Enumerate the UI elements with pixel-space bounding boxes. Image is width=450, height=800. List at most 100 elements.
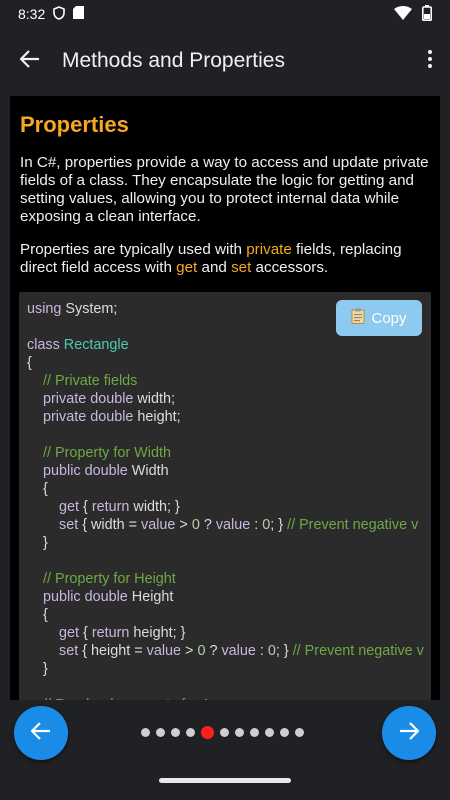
arrow-right-icon (399, 721, 420, 745)
page-dot[interactable] (186, 728, 195, 737)
code-token: : (250, 517, 263, 533)
page-dot[interactable] (280, 728, 289, 737)
usage-text: Properties are typically used with (20, 241, 247, 258)
status-time: 8:32 (18, 6, 46, 22)
page-dot[interactable] (265, 728, 274, 737)
code-token: width; } (129, 499, 180, 515)
code-token: > (181, 643, 198, 659)
code-token: System; (61, 301, 118, 317)
code-line: { (27, 354, 424, 372)
code-token: Width (127, 463, 169, 479)
code-block[interactable]: using System; class Rectangle{ // Private… (19, 292, 431, 700)
code-token: public double (43, 463, 128, 479)
code-token: height; } (129, 625, 186, 641)
code-line: public double Height (27, 588, 424, 606)
code-token: 0 (267, 643, 276, 659)
app-bar: Methods and Properties (0, 28, 450, 94)
code-line: public double Width (27, 462, 424, 480)
code-line: } (27, 534, 424, 552)
code-line: get { return height; } (27, 624, 424, 642)
page-dot[interactable] (250, 728, 259, 737)
code-token: width; (133, 391, 175, 407)
code-token: ? (199, 517, 216, 533)
code-line: get { return width; } (27, 498, 424, 516)
code-token: { (27, 481, 48, 497)
status-bar: 8:32 (0, 0, 450, 28)
overflow-menu-button[interactable] (410, 28, 450, 94)
code-token: 0 (191, 517, 200, 533)
arrow-left-icon (19, 49, 40, 73)
code-token: return (91, 625, 130, 641)
wifi-icon (394, 5, 412, 23)
code-token: value (146, 643, 182, 659)
code-token: { (27, 607, 48, 623)
page-dot[interactable] (220, 728, 229, 737)
code-token: value (221, 643, 256, 659)
section-title: Properties (20, 112, 129, 137)
code-line: set { height = value > 0 ? value : 0; } … (27, 642, 424, 660)
code-token: Height (127, 589, 174, 605)
code-token: Rectangle (63, 337, 129, 353)
keyword-private: private (246, 241, 292, 258)
code-line: } (27, 660, 424, 678)
code-lines: using System; class Rectangle{ // Private… (27, 300, 424, 700)
code-token: set (59, 643, 79, 659)
page-dot[interactable] (171, 728, 180, 737)
code-token: ? (205, 643, 222, 659)
code-token: } (27, 535, 48, 551)
code-token: // Property for Height (43, 571, 176, 587)
code-line: // Private fields (27, 372, 424, 390)
previous-page-button[interactable] (14, 706, 68, 760)
page-dot[interactable] (156, 728, 165, 737)
more-vert-icon (428, 49, 432, 73)
lesson-content[interactable]: Properties In C#, properties provide a w… (10, 96, 440, 700)
code-token: { width = (78, 517, 142, 533)
code-line: class Rectangle (27, 336, 424, 354)
gesture-handle[interactable] (159, 778, 291, 783)
page-title: Methods and Properties (62, 49, 285, 72)
code-token: { (27, 355, 32, 371)
code-line: // Property for Width (27, 444, 424, 462)
arrow-left-icon (30, 721, 51, 745)
code-line: // Property for Height (27, 570, 424, 588)
code-line: // Read-only property for Area (27, 696, 424, 700)
code-line: private double height; (27, 408, 424, 426)
copy-button[interactable]: Copy (336, 300, 422, 336)
keyword-get: get (176, 259, 198, 276)
next-page-button[interactable] (382, 706, 436, 760)
code-token: private double (43, 409, 134, 425)
code-token: // Private fields (43, 373, 138, 389)
page-dot[interactable] (295, 728, 304, 737)
code-token: // Prevent negative v (287, 517, 419, 533)
shield-icon (53, 5, 66, 23)
clipboard-icon (351, 308, 365, 328)
code-token: ; } (275, 643, 293, 659)
code-token: value (215, 517, 251, 533)
back-button[interactable] (0, 28, 60, 94)
usage-text: accessors. (251, 259, 329, 276)
code-token: : (255, 643, 268, 659)
code-line: private double width; (27, 390, 424, 408)
code-token: > (175, 517, 192, 533)
page-dot[interactable] (141, 728, 150, 737)
page-dot-active[interactable] (201, 726, 214, 739)
code-token: { (79, 625, 92, 641)
usage-paragraph: Properties are typically used with priva… (20, 241, 432, 277)
page-dot[interactable] (235, 728, 244, 737)
code-token: } (27, 661, 48, 677)
code-token: value (141, 517, 176, 533)
code-line: { (27, 480, 424, 498)
code-line: set { width = value > 0 ? value : 0; } /… (27, 516, 424, 534)
